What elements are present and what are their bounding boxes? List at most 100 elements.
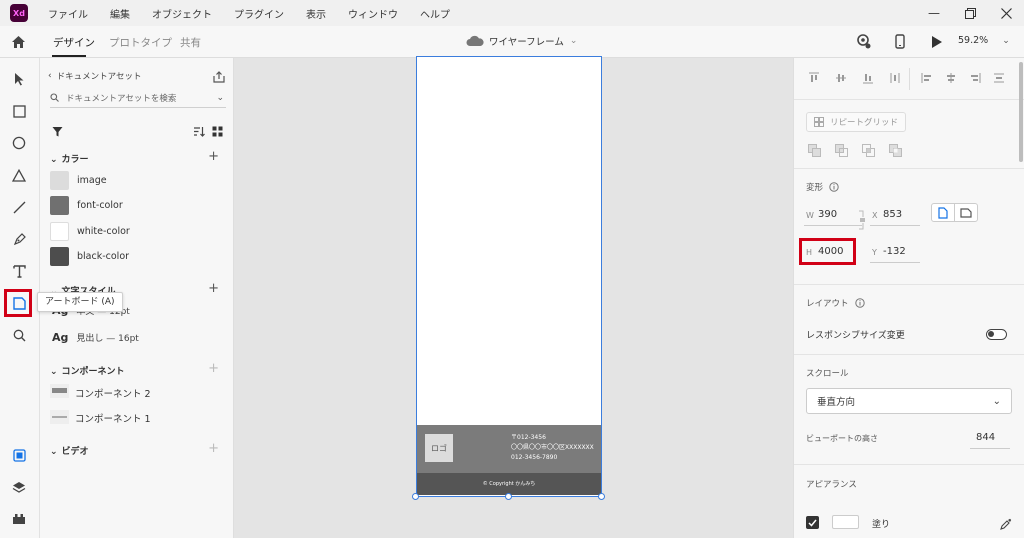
boolean-subtract-icon[interactable] xyxy=(835,142,848,161)
preview-play-button[interactable] xyxy=(931,34,943,53)
component-thumbnail xyxy=(50,384,69,398)
tab-design[interactable]: デザイン xyxy=(53,35,95,50)
resize-handle[interactable] xyxy=(412,493,419,500)
panel-scrollbar[interactable] xyxy=(1019,62,1023,162)
responsive-resize-toggle[interactable] xyxy=(986,329,1007,340)
restore-button[interactable] xyxy=(952,0,988,26)
filter-icon xyxy=(52,127,63,137)
scroll-select[interactable]: 垂直方向 ⌄ xyxy=(806,388,1012,414)
menu-plugins[interactable]: プラグイン xyxy=(234,6,284,21)
character-style-item[interactable]: Ag 見出し — 16pt xyxy=(52,331,139,344)
select-tool[interactable] xyxy=(8,68,30,90)
chevron-down-icon: ⌄ xyxy=(50,155,58,165)
align-right-icon[interactable] xyxy=(968,71,982,85)
color-swatch-black-color[interactable] xyxy=(50,247,69,266)
share-icon xyxy=(213,71,225,83)
boolean-intersect-icon[interactable] xyxy=(862,142,875,161)
artboard[interactable]: ロゴ 〒012-3456 〇〇県〇〇市〇〇区XXXXXXX 012-3456-7… xyxy=(416,56,602,497)
repeat-grid-button[interactable]: リピートグリッド xyxy=(806,112,907,132)
pen-tool[interactable] xyxy=(8,228,30,250)
chevron-down-icon: ⌄ xyxy=(992,395,1001,407)
align-middle-icon[interactable] xyxy=(834,71,848,85)
width-input[interactable]: 390 xyxy=(818,209,837,220)
align-left-icon[interactable] xyxy=(920,71,934,85)
coediting-button[interactable] xyxy=(856,34,871,53)
resize-handle[interactable] xyxy=(505,493,512,500)
filter-button[interactable] xyxy=(52,122,63,141)
fill-checkbox[interactable] xyxy=(806,516,819,529)
eyedropper-icon xyxy=(1000,518,1012,530)
colors-section-header[interactable]: ⌄ カラー xyxy=(50,152,89,165)
viewport-height-input[interactable]: 844 xyxy=(976,432,995,443)
minimize-button[interactable]: — xyxy=(916,0,952,26)
y-input[interactable]: -132 xyxy=(883,246,906,257)
align-bottom-icon[interactable] xyxy=(861,71,875,85)
publish-button[interactable] xyxy=(213,68,225,87)
menu-object[interactable]: オブジェクト xyxy=(152,6,212,21)
footer-address[interactable]: 〒012-3456 〇〇県〇〇市〇〇区XXXXXXX 012-3456-7890 xyxy=(511,433,594,463)
scroll-select-value: 垂直方向 xyxy=(817,397,856,408)
polygon-tool[interactable] xyxy=(8,164,30,186)
asset-search[interactable]: ドキュメントアセットを検索 ⌄ xyxy=(50,88,226,108)
components-section-header[interactable]: ⌄ コンポーネント xyxy=(50,364,125,377)
logo-placeholder[interactable]: ロゴ xyxy=(425,434,453,462)
document-title[interactable]: ワイヤーフレーム ⌄ xyxy=(466,34,577,48)
zoom-tool[interactable] xyxy=(8,324,30,346)
menu-edit[interactable]: 編集 xyxy=(110,6,130,21)
boolean-add-icon[interactable] xyxy=(808,142,821,161)
distribute-vertical-icon[interactable] xyxy=(888,71,902,85)
design-canvas[interactable]: ロゴ 〒012-3456 〇〇県〇〇市〇〇区XXXXXXX 012-3456-7… xyxy=(234,56,793,538)
fill-color-swatch[interactable] xyxy=(832,515,859,529)
main-toolbar: デザイン プロトタイプ 共有 ワイヤーフレーム ⌄ 59.2% ⌄ xyxy=(0,26,1024,58)
line-tool[interactable] xyxy=(8,196,30,218)
video-section-header[interactable]: ⌄ ビデオ xyxy=(50,444,89,457)
distribute-horizontal-icon[interactable] xyxy=(992,71,1006,85)
y-label: Y xyxy=(872,248,877,257)
align-center-icon[interactable] xyxy=(944,71,958,85)
color-swatch-white-color[interactable] xyxy=(50,222,69,241)
home-button[interactable] xyxy=(11,34,26,53)
back-to-document-assets[interactable]: ‹ ドキュメントアセット xyxy=(48,70,141,82)
layers-panel-button[interactable] xyxy=(8,476,30,498)
color-swatch-font-color[interactable] xyxy=(50,196,69,215)
ellipse-tool[interactable] xyxy=(8,132,30,154)
tab-prototype[interactable]: プロトタイプ xyxy=(109,35,172,50)
landscape-button[interactable] xyxy=(954,203,978,222)
text-tool[interactable] xyxy=(8,260,30,282)
x-input[interactable]: 853 xyxy=(883,209,902,220)
landscape-icon xyxy=(960,207,972,218)
play-icon xyxy=(932,36,942,48)
resize-handle[interactable] xyxy=(598,493,605,500)
add-character-style-button[interactable]: + xyxy=(208,281,219,296)
artboard-footer[interactable]: ロゴ 〒012-3456 〇〇県〇〇市〇〇区XXXXXXX 012-3456-7… xyxy=(417,425,601,473)
lock-aspect-icon[interactable] xyxy=(858,210,866,234)
menu-window[interactable]: ウィンドウ xyxy=(348,6,398,21)
tab-share[interactable]: 共有 xyxy=(180,35,201,50)
copyright-bar[interactable]: © Copyright かんみち xyxy=(417,473,601,495)
add-component-button[interactable]: + xyxy=(208,361,219,376)
align-top-icon[interactable] xyxy=(807,71,821,85)
device-preview-button[interactable] xyxy=(895,34,905,53)
toggle-knob xyxy=(988,331,994,337)
plugins-panel-button[interactable] xyxy=(8,508,30,530)
color-swatch-image[interactable] xyxy=(50,171,69,190)
add-color-button[interactable]: + xyxy=(208,149,219,164)
rectangle-tool[interactable] xyxy=(8,100,30,122)
assets-panel-button[interactable] xyxy=(8,444,30,466)
zoom-value: 59.2% xyxy=(958,35,989,46)
eyedropper-button[interactable] xyxy=(1000,515,1012,534)
sort-button[interactable] xyxy=(193,122,205,141)
component-label[interactable]: コンポーネント 2 xyxy=(75,386,151,400)
checkmark-icon xyxy=(808,519,817,527)
menu-help[interactable]: ヘルプ xyxy=(420,6,450,21)
menu-view[interactable]: 表示 xyxy=(306,6,326,21)
zoom-select[interactable]: 59.2% ⌄ xyxy=(958,35,1010,46)
close-window-button[interactable] xyxy=(988,0,1024,26)
add-video-button[interactable]: + xyxy=(208,441,219,456)
component-label[interactable]: コンポーネント 1 xyxy=(75,411,151,425)
boolean-exclude-icon[interactable] xyxy=(889,142,902,161)
menu-file[interactable]: ファイル xyxy=(48,6,88,21)
portrait-button[interactable] xyxy=(931,203,955,222)
transform-header: 変形 xyxy=(806,181,839,193)
grid-view-button[interactable] xyxy=(212,122,223,141)
